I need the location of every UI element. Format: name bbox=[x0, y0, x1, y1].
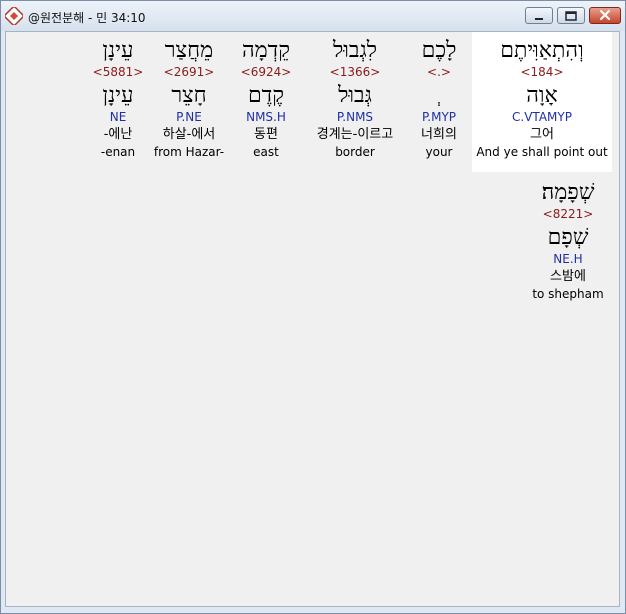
grammar-code: P.NMS bbox=[336, 110, 374, 124]
root-word: עֵינָן bbox=[102, 83, 134, 108]
interlinear-panel: וְהִתְאַוִּיתֶם <184> אָוָה C.VTAMYP 그어 … bbox=[5, 31, 620, 607]
root-word: גְּבוּל bbox=[338, 83, 372, 108]
grammar-code: P.NE bbox=[176, 110, 202, 124]
root-word: אָוָה bbox=[526, 83, 558, 108]
grammar-code: P.MYP bbox=[421, 110, 457, 124]
word-column[interactable]: שְׁפָמָה׃ <8221> שְׁפָם NE.H 스밤에 to shep… bbox=[524, 174, 612, 314]
strongs-number[interactable]: <.> bbox=[406, 64, 472, 80]
korean-gloss: -에난 bbox=[103, 127, 133, 142]
close-icon bbox=[599, 6, 611, 25]
strongs-number[interactable]: <8221> bbox=[524, 206, 612, 222]
word-column[interactable]: לִגְבוּל <1366> גְּבוּל P.NMS 경계는-이르고 bo… bbox=[304, 32, 406, 172]
word-column[interactable]: וְהִתְאַוִּיתֶם <184> אָוָה C.VTAMYP 그어 … bbox=[472, 32, 612, 172]
korean-gloss: 동편 bbox=[254, 127, 278, 142]
grammar-code: NE.H bbox=[553, 252, 583, 266]
korean-gloss: 스밤에 bbox=[550, 269, 586, 284]
strongs-number[interactable]: <2691> bbox=[150, 64, 228, 80]
app-window: @원전분해 - 민 34:10 וְהִתְאַוִּיתֶם <184> אָ… bbox=[0, 0, 626, 614]
hebrew-word: לִגְבוּל bbox=[332, 38, 378, 63]
english-gloss: And ye shall point out bbox=[476, 145, 608, 159]
title-bar[interactable]: @원전분해 - 민 34:10 bbox=[1, 1, 625, 31]
strongs-number[interactable]: <6924> bbox=[228, 64, 304, 80]
strongs-number[interactable]: <184> bbox=[472, 64, 612, 80]
maximize-button[interactable] bbox=[557, 7, 585, 24]
hebrew-word: מֵחֲצַר bbox=[164, 38, 214, 63]
english-gloss: -enan bbox=[100, 145, 136, 159]
grammar-code: NMS.H bbox=[246, 110, 286, 124]
hebrew-word: וְהִתְאַוִּיתֶם bbox=[500, 38, 584, 63]
close-button[interactable] bbox=[589, 7, 621, 24]
english-gloss: to shepham bbox=[532, 287, 604, 301]
root-word: שְׁפָם bbox=[547, 225, 589, 250]
root-word: ְ bbox=[406, 83, 472, 109]
hebrew-word: שְׁפָמָה׃ bbox=[541, 180, 595, 205]
minimize-icon bbox=[534, 6, 544, 25]
english-gloss: east bbox=[253, 145, 279, 159]
strongs-number[interactable]: <1366> bbox=[304, 64, 406, 80]
maximize-icon bbox=[565, 6, 577, 25]
korean-gloss: 그어 bbox=[530, 127, 554, 142]
word-column[interactable]: מֵחֲצַר <2691> חָצֵר P.NE 하살-에서 from Haz… bbox=[150, 32, 228, 172]
korean-gloss: 너희의 bbox=[421, 127, 457, 142]
bible-app-icon[interactable] bbox=[4, 6, 24, 26]
hebrew-word: קֵדְמָה bbox=[241, 38, 291, 63]
word-column[interactable]: לָכֶם <.> ְ P.MYP 너희의 your bbox=[406, 32, 472, 172]
english-gloss: from Hazar- bbox=[153, 145, 225, 159]
english-gloss: your bbox=[425, 145, 453, 159]
word-column[interactable]: עֵינָן <5881> עֵינָן NE -에난 -enan bbox=[86, 32, 150, 172]
window-title: @원전분해 - 민 34:10 bbox=[28, 11, 146, 25]
strongs-number[interactable]: <5881> bbox=[86, 64, 150, 80]
hebrew-word: עֵינָן bbox=[102, 38, 134, 63]
grammar-code: C.VTAMYP bbox=[512, 110, 572, 124]
root-word: קֶדֶם bbox=[247, 83, 285, 108]
english-gloss: border bbox=[335, 145, 375, 159]
grammar-code: NE bbox=[109, 110, 127, 124]
korean-gloss: 경계는-이르고 bbox=[316, 127, 394, 142]
minimize-button[interactable] bbox=[525, 7, 553, 24]
root-word: חָצֵר bbox=[171, 83, 207, 108]
word-column[interactable]: קֵדְמָה <6924> קֶדֶם NMS.H 동편 east bbox=[228, 32, 304, 172]
hebrew-word: לָכֶם bbox=[421, 38, 457, 63]
korean-gloss: 하살-에서 bbox=[162, 127, 216, 142]
